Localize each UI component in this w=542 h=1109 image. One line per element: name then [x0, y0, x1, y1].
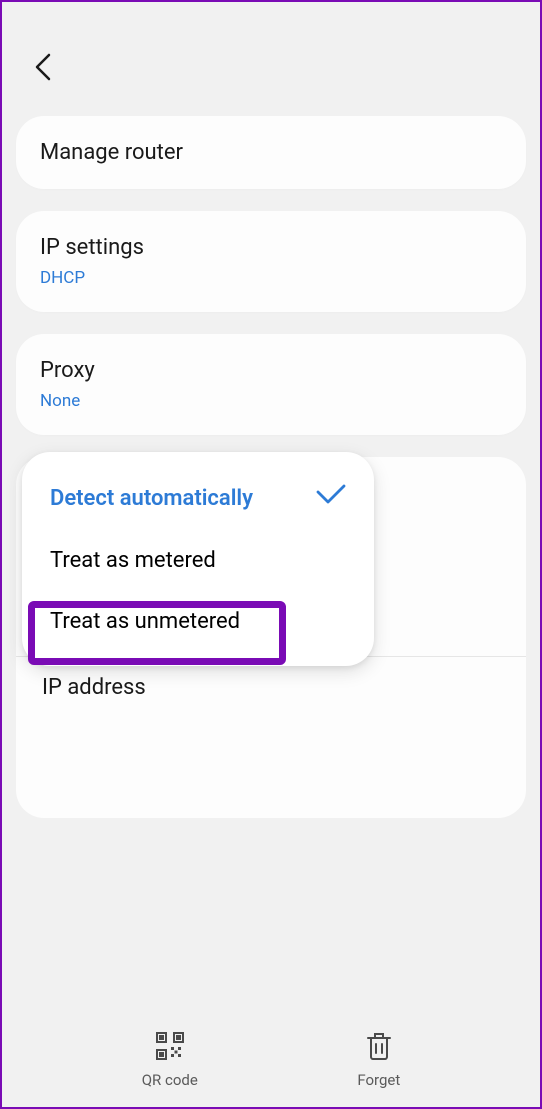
- qr-code-label: QR code: [142, 1071, 198, 1089]
- ip-settings-title: IP settings: [40, 235, 502, 260]
- ip-address-label: IP address: [42, 675, 146, 700]
- forget-label: Forget: [357, 1071, 400, 1089]
- dropdown-option-unmetered-label: Treat as unmetered: [50, 609, 240, 634]
- dropdown-option-metered-label: Treat as metered: [50, 548, 216, 573]
- qr-code-button[interactable]: QR code: [142, 1031, 198, 1089]
- qr-code-icon: [155, 1031, 185, 1065]
- ip-settings-value: DHCP: [40, 268, 502, 288]
- proxy-value: None: [40, 391, 502, 411]
- check-icon: [316, 484, 346, 512]
- back-chevron-icon: [32, 52, 56, 82]
- manage-router-title: Manage router: [40, 140, 502, 165]
- dropdown-option-auto[interactable]: Detect automatically: [22, 466, 374, 530]
- dropdown-option-metered[interactable]: Treat as metered: [22, 530, 374, 591]
- manage-router-card[interactable]: Manage router: [16, 116, 526, 189]
- dropdown-option-unmetered[interactable]: Treat as unmetered: [22, 591, 374, 652]
- ip-settings-card[interactable]: IP settings DHCP: [16, 211, 526, 312]
- metered-dropdown: Detect automatically Treat as metered Tr…: [22, 452, 374, 666]
- bottom-bar: QR code Forget: [2, 1012, 540, 1107]
- dropdown-option-auto-label: Detect automatically: [50, 486, 253, 511]
- trash-icon: [365, 1031, 393, 1065]
- ip-address-row[interactable]: IP address: [16, 657, 526, 718]
- forget-button[interactable]: Forget: [357, 1031, 400, 1089]
- proxy-title: Proxy: [40, 358, 502, 383]
- proxy-card[interactable]: Proxy None: [16, 334, 526, 435]
- back-button[interactable]: [32, 52, 510, 86]
